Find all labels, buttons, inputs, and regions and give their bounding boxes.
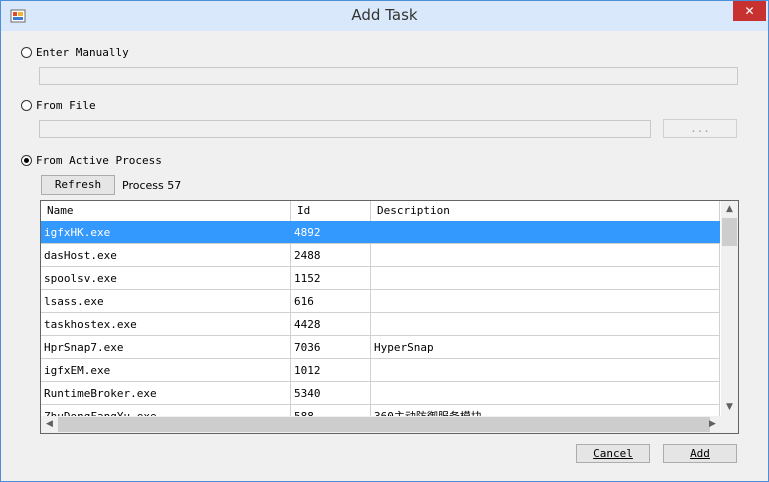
cell-description — [371, 221, 720, 243]
vertical-scroll-thumb[interactable] — [722, 218, 737, 246]
table-header: Name Id Description — [41, 201, 720, 222]
cell-description — [371, 244, 720, 266]
scroll-down-icon[interactable]: ▼ — [721, 399, 738, 416]
radio-from-active-process[interactable]: From Active Process — [21, 154, 162, 167]
cell-id: 7036 — [291, 336, 371, 358]
cell-name: igfxHK.exe — [41, 221, 291, 243]
scroll-up-icon[interactable]: ▲ — [721, 201, 738, 218]
scroll-right-icon[interactable]: ▶ — [704, 416, 721, 433]
cell-name: igfxEM.exe — [41, 359, 291, 381]
cell-name: HprSnap7.exe — [41, 336, 291, 358]
table-row[interactable]: igfxHK.exe 4892 — [41, 221, 720, 244]
radio-label: Enter Manually — [36, 46, 129, 59]
cell-name: dasHost.exe — [41, 244, 291, 266]
process-count: Process 57 — [122, 179, 182, 192]
radio-label: From File — [36, 99, 96, 112]
title-bar[interactable]: Add Task ✕ — [1, 1, 768, 31]
column-header-description[interactable]: Description — [371, 201, 720, 221]
table-body: igfxHK.exe 4892 dasHost.exe 2488 spoolsv… — [41, 221, 720, 416]
horizontal-scroll-thumb[interactable] — [58, 417, 710, 432]
table-row[interactable]: igfxEM.exe 1012 — [41, 359, 720, 382]
table-row[interactable]: dasHost.exe 2488 — [41, 244, 720, 267]
cell-description: 360主动防御服务模块 — [371, 405, 720, 416]
horizontal-scrollbar[interactable]: ◀ ▶ — [41, 416, 738, 433]
table-row[interactable]: spoolsv.exe 1152 — [41, 267, 720, 290]
cell-id: 4428 — [291, 313, 371, 335]
radio-indicator — [21, 100, 32, 111]
radio-enter-manually[interactable]: Enter Manually — [21, 46, 129, 59]
table-row[interactable]: HprSnap7.exe 7036 HyperSnap — [41, 336, 720, 359]
radio-indicator-checked — [21, 155, 32, 166]
cell-name: lsass.exe — [41, 290, 291, 312]
scrollbar-corner — [721, 416, 738, 433]
cell-description — [371, 382, 720, 404]
cell-name: ZhuDongFangYu.exe — [41, 405, 291, 416]
cell-id: 588 — [291, 405, 371, 416]
cell-id: 4892 — [291, 221, 371, 243]
add-button-label: Add — [690, 447, 710, 460]
add-button[interactable]: Add — [663, 444, 737, 463]
column-header-id[interactable]: Id — [291, 201, 371, 221]
cell-id: 616 — [291, 290, 371, 312]
cell-description — [371, 290, 720, 312]
vertical-scrollbar[interactable]: ▲ ▼ — [721, 201, 738, 416]
cell-id: 2488 — [291, 244, 371, 266]
radio-label: From Active Process — [36, 154, 162, 167]
table-row[interactable]: RuntimeBroker.exe 5340 — [41, 382, 720, 405]
file-path-input[interactable] — [39, 120, 651, 138]
add-task-dialog: Add Task ✕ Enter Manually From File ... … — [0, 0, 769, 482]
radio-indicator — [21, 47, 32, 58]
cancel-button-label: Cancel — [593, 447, 633, 460]
cell-name: taskhostex.exe — [41, 313, 291, 335]
cell-id: 1152 — [291, 267, 371, 289]
table-row[interactable]: taskhostex.exe 4428 — [41, 313, 720, 336]
window-title: Add Task — [351, 6, 418, 24]
cancel-button[interactable]: Cancel — [576, 444, 650, 463]
cell-description — [371, 313, 720, 335]
cell-name: RuntimeBroker.exe — [41, 382, 291, 404]
cell-name: spoolsv.exe — [41, 267, 291, 289]
refresh-button[interactable]: Refresh — [41, 175, 115, 195]
cell-id: 1012 — [291, 359, 371, 381]
manual-input[interactable] — [39, 67, 738, 85]
cell-description — [371, 267, 720, 289]
process-table[interactable]: Name Id Description igfxHK.exe 4892 dasH… — [40, 200, 739, 434]
cell-id: 5340 — [291, 382, 371, 404]
radio-from-file[interactable]: From File — [21, 99, 96, 112]
cell-description — [371, 359, 720, 381]
close-button[interactable]: ✕ — [733, 1, 766, 21]
table-row[interactable]: ZhuDongFangYu.exe 588 360主动防御服务模块 — [41, 405, 720, 416]
scroll-left-icon[interactable]: ◀ — [41, 416, 58, 433]
table-row[interactable]: lsass.exe 616 — [41, 290, 720, 313]
column-header-name[interactable]: Name — [41, 201, 291, 221]
cell-description: HyperSnap — [371, 336, 720, 358]
browse-button[interactable]: ... — [663, 119, 737, 138]
